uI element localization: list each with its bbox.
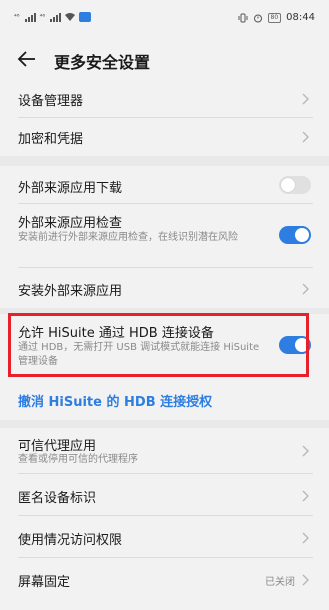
chevron-right-icon (302, 131, 309, 143)
anonymous-id-label: 匿名设备标识 (18, 491, 97, 506)
list-item-device-manager[interactable]: 设备管理器 (0, 80, 329, 118)
chevron-right-icon (302, 93, 309, 105)
signal-icon-2 (50, 12, 62, 22)
highlight-box (8, 313, 309, 377)
notification-icon (79, 12, 92, 22)
install-external-label: 安装外部来源应用 (18, 284, 123, 299)
trust-agents-label: 可信代理应用 (18, 439, 97, 454)
list-item-external-download[interactable]: 外部来源应用下载 (0, 166, 329, 204)
signal-icon (24, 12, 36, 22)
clock: 08:44 (286, 12, 315, 23)
status-left: ⁴⁶ ⁴⁶ (14, 12, 92, 22)
status-bar: ⁴⁶ ⁴⁶ 80 08:44 (0, 0, 329, 40)
encryption-label: 加密和凭据 (18, 132, 84, 147)
list-item-install-external[interactable]: 安装外部来源应用 (0, 268, 329, 308)
app-header: 更多安全设置 (0, 40, 329, 80)
battery-indicator: 80 (267, 12, 282, 23)
screen-pinning-value: 已关闭 (265, 577, 295, 588)
list-item-external-check[interactable]: 外部来源应用检查 安装前进行外部来源应用检查，在线识别潜在风险 (0, 204, 329, 268)
chevron-right-icon (302, 490, 309, 502)
signal-type-1: ⁴⁶ (14, 13, 20, 21)
wifi-icon (65, 13, 76, 21)
external-check-toggle[interactable] (279, 226, 311, 244)
back-arrow-icon[interactable] (16, 48, 38, 70)
chevron-right-icon (302, 445, 309, 457)
usage-access-label: 使用情况访问权限 (18, 533, 123, 548)
external-check-label: 外部来源应用检查 (18, 216, 123, 231)
list-item-anonymous-id[interactable]: 匿名设备标识 (0, 474, 329, 516)
chevron-right-icon (302, 532, 309, 544)
list-item-trust-agents[interactable]: 可信代理应用 查看或停用可信的代理程序 (0, 428, 329, 474)
battery-level: 80 (270, 13, 279, 21)
section-gap (0, 420, 329, 428)
chevron-right-icon (302, 283, 309, 295)
vibrate-icon (238, 13, 248, 22)
screen-pinning-label: 屏幕固定 (18, 575, 71, 590)
device-manager-label: 设备管理器 (18, 94, 84, 109)
toggle-knob (295, 228, 309, 242)
external-download-toggle[interactable] (279, 176, 311, 194)
status-right: 80 08:44 (238, 12, 315, 23)
toggle-knob (281, 178, 295, 192)
list-item-usage-access[interactable]: 使用情况访问权限 (0, 516, 329, 558)
signal-type-2: ⁴⁶ (39, 13, 46, 21)
chevron-right-icon (302, 574, 309, 586)
section-gap (0, 156, 329, 166)
list-item-encryption[interactable]: 加密和凭据 (0, 118, 329, 156)
external-download-label: 外部来源应用下载 (18, 181, 123, 196)
external-check-subtitle: 安装前进行外部来源应用检查，在线识别潜在风险 (18, 232, 238, 243)
page-title: 更多安全设置 (54, 53, 151, 72)
trust-agents-subtitle: 查看或停用可信的代理程序 (18, 454, 138, 465)
alarm-icon (253, 14, 262, 22)
list-item-screen-pinning[interactable]: 屏幕固定 已关闭 (0, 558, 329, 600)
revoke-hdb-authorization-link[interactable]: 撤消 HiSuite 的 HDB 连接授权 (18, 391, 212, 410)
